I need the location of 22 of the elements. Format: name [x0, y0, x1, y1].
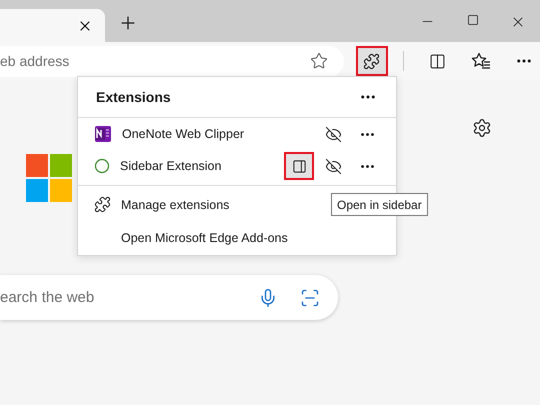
- star-icon[interactable]: [310, 52, 328, 70]
- open-in-sidebar-button[interactable]: [284, 152, 314, 180]
- split-screen-icon[interactable]: [428, 52, 446, 70]
- notebook-icon: [94, 125, 112, 143]
- circle-icon: [94, 158, 110, 174]
- address-field[interactable]: eb address: [0, 46, 344, 76]
- extension-name: OneNote Web Clipper: [122, 127, 246, 141]
- puzzle-icon[interactable]: [363, 52, 380, 70]
- menu-item[interactable]: Open Microsoft Edge Add-ons: [78, 221, 396, 254]
- extensions-button[interactable]: [356, 46, 388, 76]
- tooltip: Open in sidebar: [331, 193, 428, 216]
- maximize-icon[interactable]: [466, 14, 478, 26]
- sidebar-icon[interactable]: [292, 158, 306, 174]
- logo-icon: [26, 154, 72, 202]
- extension-name: Sidebar Extension: [120, 159, 222, 173]
- eye-off-icon[interactable]: [324, 158, 342, 174]
- puzzle-icon: [94, 196, 111, 213]
- camera-scan-icon[interactable]: [300, 288, 320, 308]
- favorites-icon[interactable]: [470, 52, 491, 70]
- menu-title: Extensions: [96, 89, 172, 105]
- eye-off-icon[interactable]: [324, 126, 342, 142]
- search-field[interactable]: earch the web: [0, 275, 338, 320]
